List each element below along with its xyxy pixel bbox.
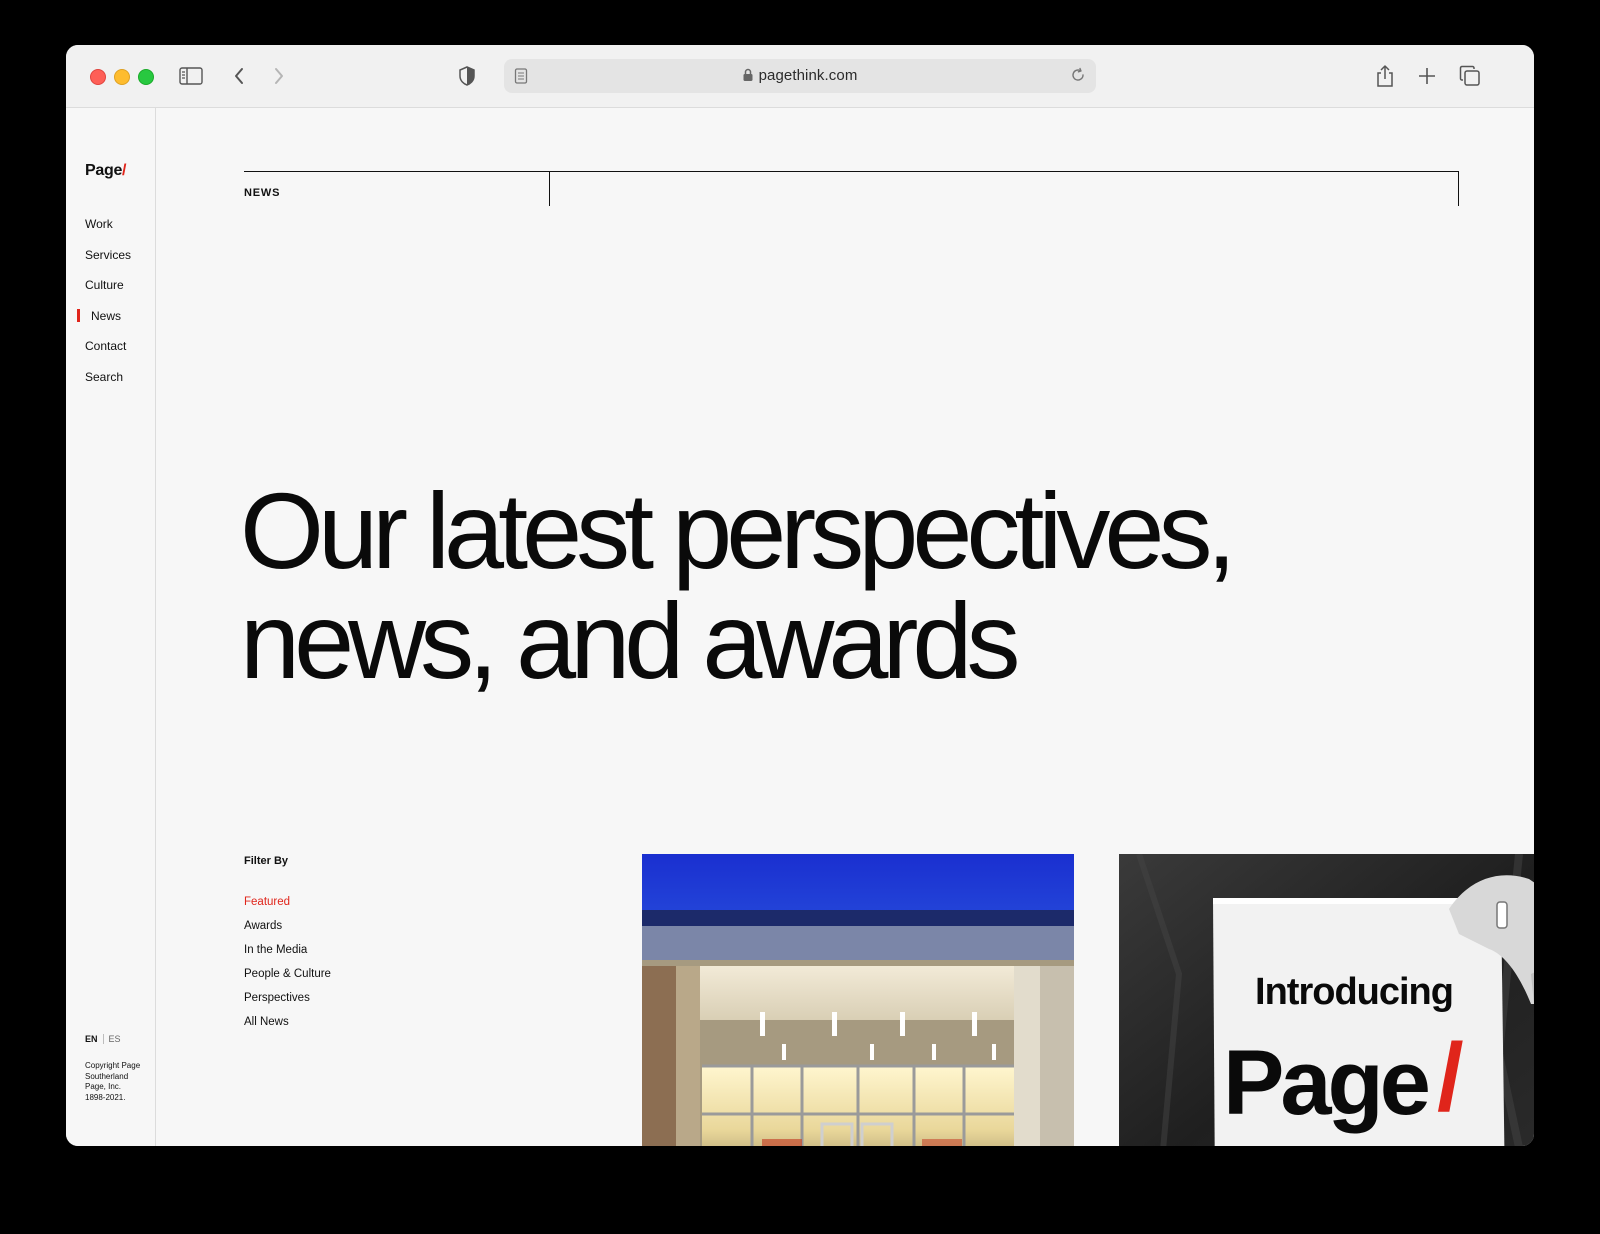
tab-overview-icon[interactable] [1457, 63, 1483, 89]
url-display: pagethink.com [504, 67, 1096, 85]
filter-people-culture[interactable]: People & Culture [244, 966, 331, 990]
reload-icon[interactable] [1070, 67, 1086, 88]
lang-es[interactable]: ES [109, 1034, 121, 1044]
language-switcher: EN ES [85, 1034, 121, 1044]
lang-divider [102, 1034, 104, 1044]
filter-featured[interactable]: Featured [244, 894, 331, 918]
copyright-text: Copyright Page Southerland Page, Inc. 18… [85, 1061, 141, 1102]
section-divider-tick-right [1458, 171, 1459, 206]
forward-icon[interactable] [266, 63, 292, 89]
share-icon[interactable] [1372, 63, 1398, 89]
introducing-page-sign-photo: Introducing Page / [1119, 854, 1534, 1146]
browser-toolbar: pagethink.com [66, 45, 1534, 108]
main-nav: Work Services Culture News Contact Searc… [77, 215, 131, 399]
zoom-window-button[interactable] [138, 69, 154, 85]
filter-all-news[interactable]: All News [244, 1014, 331, 1038]
sign-text-introducing: Introducing [1255, 971, 1453, 1013]
nav-item-services[interactable]: Services [85, 246, 131, 277]
back-icon[interactable] [226, 63, 252, 89]
section-divider-tick [549, 171, 550, 206]
filter-list: Featured Awards In the Media People & Cu… [244, 894, 331, 1038]
nav-item-news[interactable]: News [77, 307, 131, 338]
filter-title: Filter By [244, 855, 289, 867]
sign-text-page: Page [1223, 1032, 1429, 1134]
sidebar-toggle-icon[interactable] [178, 63, 204, 89]
sign-text-slash: / [1437, 1024, 1464, 1131]
close-window-button[interactable] [90, 69, 106, 85]
section-label: NEWS [244, 187, 281, 199]
lang-en[interactable]: EN [85, 1034, 98, 1044]
news-card-building[interactable] [642, 854, 1074, 1146]
nav-item-work[interactable]: Work [85, 215, 131, 246]
logo-text: Page [85, 162, 123, 179]
headline-line-1: Our latest perspectives, [240, 470, 1236, 591]
new-tab-icon[interactable] [1414, 63, 1440, 89]
main-content: NEWS Our latest perspectives, news, and … [156, 108, 1534, 1146]
site-sidebar: Page/ Work Services Culture News Contact… [66, 108, 156, 1146]
nav-item-contact[interactable]: Contact [85, 337, 131, 368]
page-headline: Our latest perspectives, news, and award… [240, 476, 1340, 696]
filter-perspectives[interactable]: Perspectives [244, 990, 331, 1014]
nav-item-culture[interactable]: Culture [85, 276, 131, 307]
active-nav-marker [77, 308, 80, 322]
news-card-introducing-page[interactable]: Introducing Page / [1119, 854, 1534, 1146]
minimize-window-button[interactable] [114, 69, 130, 85]
site-logo[interactable]: Page/ [85, 162, 127, 180]
privacy-shield-icon[interactable] [454, 63, 480, 89]
building-entrance-photo [642, 854, 1074, 1146]
lock-icon [743, 68, 753, 85]
address-bar[interactable]: pagethink.com [504, 59, 1096, 93]
filter-in-the-media[interactable]: In the Media [244, 942, 331, 966]
logo-slash: / [122, 162, 127, 179]
url-text: pagethink.com [758, 67, 858, 84]
browser-window: pagethink.com Page/ Work Services Cultur… [66, 45, 1534, 1146]
headline-line-2: news, and awards [240, 580, 1020, 701]
section-divider [244, 171, 1459, 172]
filter-awards[interactable]: Awards [244, 918, 331, 942]
nav-item-search[interactable]: Search [85, 368, 131, 399]
